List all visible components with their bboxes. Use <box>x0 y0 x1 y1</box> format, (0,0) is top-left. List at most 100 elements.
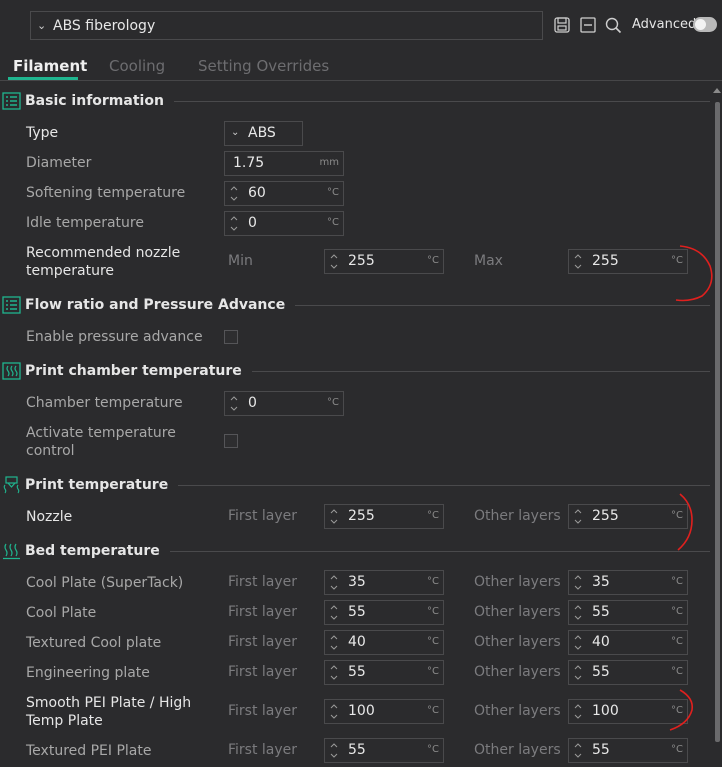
nozzle-heat-icon <box>3 476 20 494</box>
first-layer-label: First layer <box>228 604 298 620</box>
plate-other-layers-stepper[interactable]: 100 °C <box>568 699 688 724</box>
nozzle-min-stepper[interactable]: 255 °C <box>324 249 444 274</box>
section-divider <box>178 484 710 486</box>
spin-arrows-icon[interactable] <box>574 508 582 525</box>
tab-setting-overrides[interactable]: Setting Overrides <box>198 57 329 75</box>
plate-other-layers-value: 40 <box>592 634 610 650</box>
toggle-knob <box>695 19 706 30</box>
plate-other-layers-value: 55 <box>592 664 610 680</box>
plate-other-layers-stepper[interactable]: 40 °C <box>568 630 688 655</box>
spin-arrows-icon[interactable] <box>574 742 582 759</box>
idle-temperature-stepper[interactable]: 0 °C <box>224 211 344 236</box>
section-bed-temperature: Bed temperature <box>0 540 712 562</box>
nozzle-other-layers-stepper[interactable]: 255 °C <box>568 504 688 529</box>
unit-label: °C <box>427 705 439 716</box>
unit-label: mm <box>319 157 339 168</box>
pressure-advance-label: Enable pressure advance <box>26 329 203 345</box>
spin-arrows-icon[interactable] <box>330 574 338 591</box>
nozzle-first-layer-stepper[interactable]: 255 °C <box>324 504 444 529</box>
scrollbar-thumb[interactable] <box>715 102 720 742</box>
min-label: Min <box>228 253 253 269</box>
plate-other-layers-stepper[interactable]: 55 °C <box>568 660 688 685</box>
section-print-temperature: Print temperature <box>0 474 712 496</box>
spin-arrows-icon[interactable] <box>330 253 338 270</box>
plate-other-layers-value: 55 <box>592 604 610 620</box>
spin-arrows-icon[interactable] <box>230 395 238 412</box>
search-icon[interactable] <box>604 16 622 34</box>
spin-arrows-icon[interactable] <box>574 634 582 651</box>
plate-other-layers-stepper[interactable]: 55 °C <box>568 738 688 763</box>
section-basic-information: Basic information <box>0 90 712 112</box>
spin-arrows-icon[interactable] <box>574 604 582 621</box>
softening-temperature-label: Softening temperature <box>26 185 186 201</box>
spin-arrows-icon[interactable] <box>330 703 338 720</box>
plate-first-layer-value: 35 <box>348 574 366 590</box>
unit-label: °C <box>427 510 439 521</box>
scroll-up-arrow[interactable] <box>713 88 721 93</box>
preset-name: ABS fiberology <box>53 17 156 34</box>
preset-selector[interactable]: ⌄ ABS fiberology <box>30 11 543 40</box>
first-layer-label: First layer <box>228 574 298 590</box>
plate-first-layer-stepper[interactable]: 40 °C <box>324 630 444 655</box>
compare-icon[interactable] <box>579 16 597 34</box>
plate-first-layer-stepper[interactable]: 100 °C <box>324 699 444 724</box>
unit-label: °C <box>671 255 683 266</box>
chamber-temperature-stepper[interactable]: 0 °C <box>224 391 344 416</box>
save-icon[interactable] <box>553 16 571 34</box>
chevron-down-icon: ⌄ <box>37 19 47 32</box>
unit-label: °C <box>327 397 339 408</box>
unit-label: °C <box>427 636 439 647</box>
plate-first-layer-stepper[interactable]: 35 °C <box>324 570 444 595</box>
spin-arrows-icon[interactable] <box>230 215 238 232</box>
activate-temperature-checkbox[interactable] <box>224 434 238 448</box>
chevron-down-icon: ⌄ <box>231 127 240 138</box>
other-layers-label: Other layers <box>474 703 561 719</box>
plate-other-layers-value: 55 <box>592 742 610 758</box>
spin-arrows-icon[interactable] <box>330 742 338 759</box>
advanced-toggle[interactable] <box>693 17 717 32</box>
section-divider <box>295 304 710 306</box>
plate-first-layer-stepper[interactable]: 55 °C <box>324 660 444 685</box>
spin-arrows-icon[interactable] <box>330 604 338 621</box>
unit-label: °C <box>671 606 683 617</box>
top-bar: ⌄ ABS fiberology Advanced Filament Cooli… <box>0 0 722 80</box>
other-layers-label: Other layers <box>474 574 561 590</box>
spin-arrows-icon[interactable] <box>330 664 338 681</box>
pressure-advance-checkbox[interactable] <box>224 330 238 344</box>
tab-filament[interactable]: Filament <box>13 57 87 75</box>
plate-label: Cool Plate (SuperTack) <box>26 575 184 591</box>
nozzle-max-stepper[interactable]: 255 °C <box>568 249 688 274</box>
spin-arrows-icon[interactable] <box>574 574 582 591</box>
spin-arrows-icon[interactable] <box>330 634 338 651</box>
diameter-label: Diameter <box>26 155 92 171</box>
section-divider <box>173 100 710 102</box>
plate-first-layer-stepper[interactable]: 55 °C <box>324 738 444 763</box>
chamber-value: 0 <box>248 395 257 411</box>
plate-first-layer-value: 55 <box>348 664 366 680</box>
softening-value: 60 <box>248 185 266 201</box>
bed-heat-icon <box>3 543 20 560</box>
spin-arrows-icon[interactable] <box>230 185 238 202</box>
diameter-field[interactable]: 1.75 mm <box>224 151 344 176</box>
unit-label: °C <box>427 606 439 617</box>
other-layers-label: Other layers <box>474 634 561 650</box>
plate-label: Textured Cool plate <box>26 635 162 651</box>
idle-temperature-label: Idle temperature <box>26 215 144 231</box>
tabs-divider <box>0 80 722 81</box>
unit-label: °C <box>427 744 439 755</box>
spin-arrows-icon[interactable] <box>574 253 582 270</box>
softening-temperature-stepper[interactable]: 60 °C <box>224 181 344 206</box>
plate-label: Cool Plate <box>26 605 97 621</box>
plate-first-layer-value: 40 <box>348 634 366 650</box>
activate-temperature-label-line2: control <box>26 443 75 459</box>
plate-other-layers-stepper[interactable]: 55 °C <box>568 600 688 625</box>
tab-cooling[interactable]: Cooling <box>109 57 165 75</box>
type-combobox[interactable]: ⌄ ABS <box>224 121 303 146</box>
list-icon <box>2 92 21 110</box>
section-title: Bed temperature <box>25 543 160 559</box>
spin-arrows-icon[interactable] <box>574 703 582 720</box>
spin-arrows-icon[interactable] <box>330 508 338 525</box>
plate-first-layer-stepper[interactable]: 55 °C <box>324 600 444 625</box>
plate-other-layers-stepper[interactable]: 35 °C <box>568 570 688 595</box>
spin-arrows-icon[interactable] <box>574 664 582 681</box>
